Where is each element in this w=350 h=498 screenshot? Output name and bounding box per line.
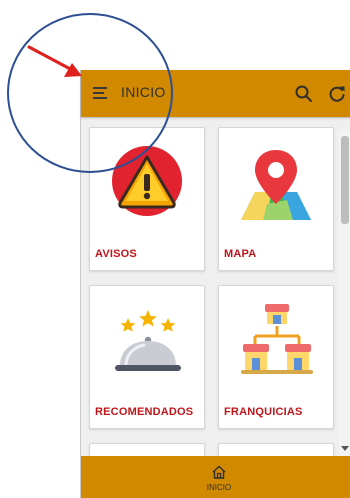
card-label: AVISOS	[95, 248, 137, 260]
scroll-down-arrow-icon[interactable]	[341, 444, 349, 452]
card-franquicias[interactable]: FRANQUICIAS	[218, 285, 334, 429]
card-partial[interactable]	[89, 443, 205, 456]
card-label: RECOMENDADOS	[95, 406, 194, 418]
search-icon	[295, 85, 312, 102]
card-avisos[interactable]: AVISOS	[89, 127, 205, 271]
card-mapa[interactable]: MAPA	[218, 127, 334, 271]
stores-network-icon	[241, 304, 313, 374]
card-partial[interactable]	[218, 443, 334, 456]
refresh-icon	[329, 86, 345, 102]
bottom-nav-inicio[interactable]: INICIO	[194, 461, 244, 495]
app-window: INICIO AVISOS MAPA RECOMENDADOS FRANQUIC…	[80, 70, 350, 498]
card-label: MAPA	[224, 248, 257, 260]
search-button[interactable]	[293, 83, 315, 105]
scrollbar[interactable]	[339, 130, 350, 456]
card-recomendados[interactable]: RECOMENDADOS	[89, 285, 205, 429]
map-pin-icon	[241, 150, 311, 220]
bottom-nav: INICIO	[81, 456, 350, 498]
app-bar: INICIO	[81, 70, 350, 117]
home-icon	[212, 465, 226, 479]
annotation-arrow-shaft	[27, 45, 76, 73]
card-label: FRANQUICIAS	[224, 406, 303, 418]
menu-icon-line	[93, 97, 107, 99]
menu-icon-line	[93, 87, 107, 89]
page-title: INICIO	[121, 84, 166, 100]
refresh-button[interactable]	[326, 83, 348, 105]
cloche-stars-icon	[115, 310, 181, 371]
warning-icon	[112, 146, 182, 216]
menu-icon-line	[93, 92, 104, 94]
bottom-nav-label: INICIO	[206, 483, 232, 492]
menu-button[interactable]	[93, 87, 109, 101]
scrollbar-thumb[interactable]	[341, 136, 349, 224]
content-area: AVISOS MAPA RECOMENDADOS FRANQUICIAS	[81, 117, 350, 456]
